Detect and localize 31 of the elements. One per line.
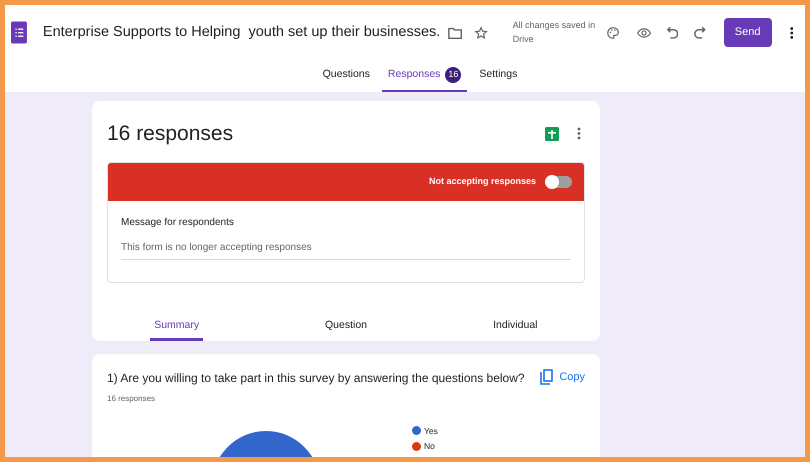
more-options-icon[interactable] bbox=[577, 127, 581, 140]
view-tab[interactable]: Individual bbox=[489, 314, 542, 340]
redo-icon[interactable] bbox=[694, 26, 706, 40]
message-field[interactable]: This form is no longer accepting responses bbox=[121, 240, 571, 260]
message-label: Message for respondents bbox=[121, 216, 235, 230]
nav-tab[interactable]: Responses 16 bbox=[382, 60, 468, 92]
undo-icon[interactable] bbox=[666, 26, 678, 40]
legend-label: No bbox=[424, 440, 435, 453]
star-icon[interactable] bbox=[474, 24, 489, 40]
forms-logo-icon[interactable] bbox=[11, 20, 27, 45]
question-text: 1) Are you willing to take part in this survey by answering the questions below? bbox=[107, 370, 526, 386]
eye-icon[interactable] bbox=[636, 26, 651, 38]
legend-label: Yes bbox=[424, 424, 438, 438]
copy-icon bbox=[540, 368, 554, 385]
palette-icon[interactable] bbox=[606, 24, 621, 40]
copy-button[interactable]: Copy bbox=[540, 368, 585, 385]
save-status: All changes saved in Drive bbox=[512, 19, 596, 46]
responses-heading: 16 responses bbox=[107, 121, 234, 147]
send-button[interactable]: Send bbox=[724, 18, 772, 47]
more-options-icon[interactable] bbox=[790, 26, 794, 40]
accepting-toggle[interactable] bbox=[546, 176, 572, 188]
count-badge: 16 bbox=[445, 67, 462, 83]
nav-tab[interactable]: Questions bbox=[316, 60, 376, 92]
form-title[interactable]: Enterprise Supports to Helping youth set up their businesses. bbox=[42, 22, 440, 44]
nav-tab[interactable]: Settings bbox=[473, 60, 524, 92]
view-tab[interactable]: Question bbox=[320, 314, 371, 340]
folder-icon[interactable] bbox=[448, 26, 462, 40]
spreadsheet-icon[interactable] bbox=[545, 126, 559, 141]
banner-label: Not accepting responses bbox=[428, 174, 536, 188]
view-tab[interactable]: Summary bbox=[150, 314, 204, 340]
response-count: 16 responses bbox=[106, 392, 156, 404]
